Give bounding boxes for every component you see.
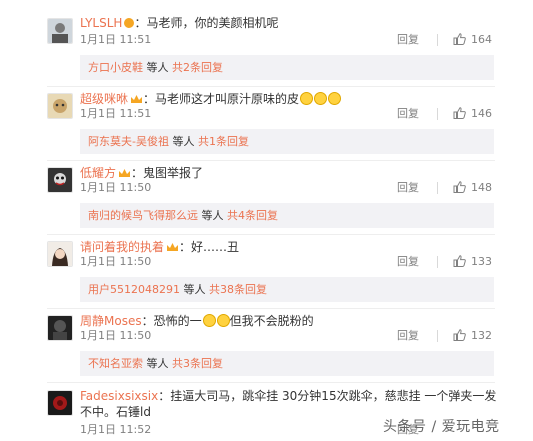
divider xyxy=(437,34,438,46)
sub-reply-etc: 等人 xyxy=(180,283,209,296)
comment-text: ：马老师这才叫原汁原味的皮 xyxy=(143,92,300,106)
watermark: 头条号 / 爱玩电竞 xyxy=(383,419,500,435)
laugh-emoji-icon xyxy=(300,92,314,105)
crown-icon xyxy=(119,169,131,177)
divider xyxy=(437,108,438,120)
divider xyxy=(47,308,495,309)
sub-reply-count[interactable]: 共2条回复 xyxy=(172,61,223,74)
sub-reply-user[interactable]: 用户5512048291 xyxy=(88,283,180,296)
username-link[interactable]: LYLSLH xyxy=(80,16,122,30)
username-link[interactable]: 周静Moses xyxy=(80,314,142,328)
comment-line: LYLSLH ：马老师，你的美颜相机呢 xyxy=(80,15,278,31)
avatar[interactable] xyxy=(47,167,73,193)
comment-text: ：鬼图举报了 xyxy=(131,166,204,180)
reply-button[interactable]: 回复 xyxy=(397,33,419,47)
sub-reply-etc: 等人 xyxy=(143,61,172,74)
divider xyxy=(437,330,438,342)
divider xyxy=(47,234,495,235)
sub-reply-user[interactable]: 不知名亚索 xyxy=(88,357,143,370)
sub-reply-count[interactable]: 共4条回复 xyxy=(227,209,278,222)
thumb-up-icon xyxy=(453,181,466,193)
timestamp: 1月1日 11:50 xyxy=(80,181,152,194)
reply-button[interactable]: 回复 xyxy=(397,329,419,343)
like-count: 146 xyxy=(471,107,492,120)
laugh-emoji-icon xyxy=(328,92,342,105)
sub-reply-etc: 等人 xyxy=(168,135,198,148)
like-count: 132 xyxy=(471,329,492,342)
sub-reply-count[interactable]: 共38条回复 xyxy=(209,283,267,296)
timestamp: 1月1日 11:52 xyxy=(80,423,152,436)
like-button[interactable]: 146 xyxy=(453,107,492,121)
avatar[interactable] xyxy=(47,315,73,341)
timestamp: 1月1日 11:51 xyxy=(80,33,152,46)
sub-replies-box[interactable]: 阿东莫夫-吴俊祖 等人 共1条回复 xyxy=(80,129,494,154)
sub-reply-user[interactable]: 方口小皮鞋 xyxy=(88,61,143,74)
comment-text: ：好……丑 xyxy=(179,240,240,254)
like-count: 133 xyxy=(471,255,492,268)
sub-replies-box[interactable]: 不知名亚索 等人 共3条回复 xyxy=(80,351,494,376)
comment-line: Fadesixsixsix：挂逼大司马，跳伞挂 30分钟15次跳伞，慈悲挂 一个… xyxy=(80,388,496,404)
comment-line: 请问着我的执着 ：好……丑 xyxy=(80,239,239,255)
divider xyxy=(47,86,495,87)
laugh-emoji-icon xyxy=(216,314,230,327)
divider xyxy=(437,182,438,194)
like-button[interactable]: 133 xyxy=(453,255,492,269)
like-button[interactable]: 164 xyxy=(453,33,492,47)
avatar[interactable] xyxy=(47,93,73,119)
crown-icon xyxy=(167,243,179,251)
sub-reply-etc: 等人 xyxy=(198,209,227,222)
divider xyxy=(437,256,438,268)
sub-reply-user[interactable]: 南归的候鸟飞得那么远 xyxy=(88,209,198,222)
sub-reply-user[interactable]: 阿东莫夫-吴俊祖 xyxy=(88,135,169,148)
timestamp: 1月1日 11:51 xyxy=(80,107,152,120)
timestamp: 1月1日 11:50 xyxy=(80,329,152,342)
like-button[interactable]: 132 xyxy=(453,329,492,343)
comment-line: 周静Moses：恐怖的一 但我不会脱粉的 xyxy=(80,313,314,329)
username-link[interactable]: 超级咪咻 xyxy=(80,92,128,106)
thumb-up-icon xyxy=(453,107,466,119)
avatar[interactable] xyxy=(47,18,73,44)
like-button[interactable]: 148 xyxy=(453,181,492,195)
thumb-up-icon xyxy=(453,329,466,341)
comment-line: 超级咪咻 ：马老师这才叫原汁原味的皮 xyxy=(80,91,342,107)
username-link[interactable]: 低耀方 xyxy=(80,166,116,180)
laugh-emoji-icon xyxy=(202,314,216,327)
reply-button[interactable]: 回复 xyxy=(397,107,419,121)
divider xyxy=(47,382,495,383)
comment-text: 但我不会脱粉的 xyxy=(229,314,314,328)
username-link[interactable]: 请问着我的执着 xyxy=(80,240,164,254)
comment-text: ：挂逼大司马，跳伞挂 30分钟15次跳伞，慈悲挂 一个弹夹一发 xyxy=(158,389,497,403)
comment-line: 低耀方 ：鬼图举报了 xyxy=(80,165,203,181)
avatar[interactable] xyxy=(47,390,73,416)
timestamp: 1月1日 11:50 xyxy=(80,255,152,268)
laugh-emoji-icon xyxy=(314,92,328,105)
thumb-up-icon xyxy=(453,33,466,45)
avatar[interactable] xyxy=(47,241,73,267)
sub-reply-etc: 等人 xyxy=(143,357,172,370)
username-link[interactable]: Fadesixsixsix xyxy=(80,389,158,403)
like-count: 148 xyxy=(471,181,492,194)
comment-text: ：恐怖的一 xyxy=(141,314,202,328)
reply-button[interactable]: 回复 xyxy=(397,181,419,195)
sub-replies-box[interactable]: 南归的候鸟飞得那么远 等人 共4条回复 xyxy=(80,203,494,228)
v-icon xyxy=(124,18,135,28)
divider xyxy=(47,160,495,161)
like-count: 164 xyxy=(471,33,492,46)
sub-reply-count[interactable]: 共3条回复 xyxy=(172,357,223,370)
comment-text-continued: 不中。石锤ld xyxy=(80,404,151,420)
thumb-up-icon xyxy=(453,255,466,267)
sub-replies-box[interactable]: 用户5512048291 等人 共38条回复 xyxy=(80,277,494,302)
sub-replies-box[interactable]: 方口小皮鞋 等人 共2条回复 xyxy=(80,55,494,80)
crown-icon xyxy=(131,95,143,103)
comment-text: 不中。石锤ld xyxy=(80,405,151,419)
sub-reply-count[interactable]: 共1条回复 xyxy=(198,135,249,148)
reply-button[interactable]: 回复 xyxy=(397,255,419,269)
comment-text: ：马老师，你的美颜相机呢 xyxy=(134,16,279,30)
